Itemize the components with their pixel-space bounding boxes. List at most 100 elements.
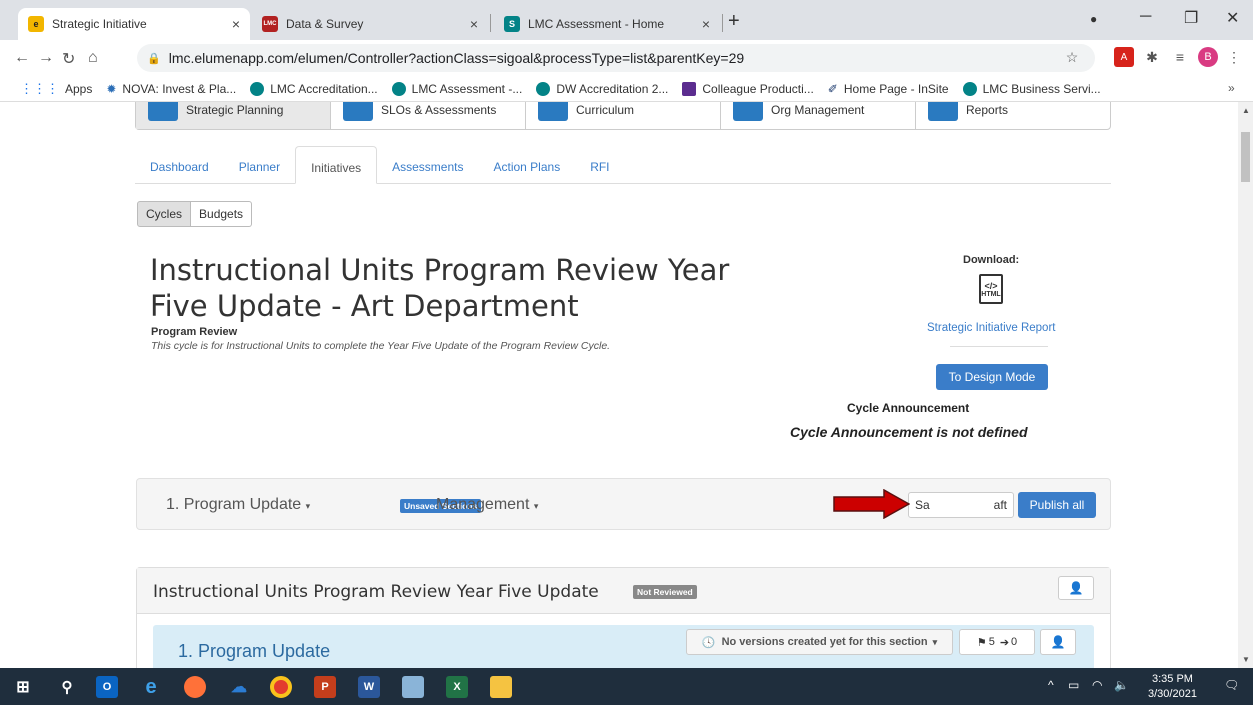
arrow-count: 0 (1011, 636, 1018, 648)
publish-all-button[interactable]: Publish all (1018, 492, 1096, 518)
home-icon[interactable]: ⌂ (88, 49, 98, 67)
module-org-management[interactable]: Org Management (721, 102, 916, 129)
reload-icon[interactable]: ↻ (62, 49, 75, 69)
scrollbar-thumb[interactable] (1241, 132, 1250, 182)
bookmark-lmc-business[interactable]: LMC Business Servi... (962, 81, 1101, 96)
tab-separator (722, 14, 723, 32)
cycles-button[interactable]: Cycles (137, 201, 192, 227)
versions-dropdown[interactable]: 🕓 No versions created yet for this secti… (686, 629, 953, 655)
close-tab-icon[interactable]: × (702, 16, 710, 32)
tab-planner[interactable]: Planner (224, 146, 295, 183)
bookmark-colleague[interactable]: Colleague Producti... (682, 81, 814, 96)
cycle-type: Program Review (151, 326, 238, 338)
restore-button[interactable]: ❐ (1184, 8, 1198, 28)
wifi-icon[interactable]: ◠ (1092, 678, 1102, 692)
new-tab-button[interactable]: + (728, 10, 740, 33)
firefox-icon[interactable] (184, 676, 206, 698)
tab-rfi[interactable]: RFI (575, 146, 624, 183)
design-mode-button[interactable]: To Design Mode (936, 364, 1048, 390)
battery-icon[interactable]: ▭ (1068, 678, 1079, 692)
onedrive-icon[interactable]: ☁ (228, 676, 250, 698)
user-icon: 👤 (1050, 635, 1066, 649)
volume-icon[interactable]: 🔈 (1114, 678, 1129, 692)
page-content: Strategic Planning SLOs & Assessments Cu… (0, 102, 1238, 668)
tab-assessments[interactable]: Assessments (377, 146, 478, 183)
module-slos[interactable]: SLOs & Assessments (331, 102, 526, 129)
chrome-menu-icon[interactable]: ⋮ (1224, 47, 1244, 67)
address-bar[interactable]: 🔒 lmc.elumenapp.com/elumen/Controller?ac… (137, 44, 1095, 72)
lock-icon: 🔒 (147, 52, 161, 65)
page-scrollbar[interactable]: ▲ ▼ (1238, 102, 1253, 668)
module-curriculum[interactable]: Curriculum (526, 102, 721, 129)
versions-label: No versions created yet for this section (721, 636, 928, 648)
bookmark-lmc-accreditation[interactable]: LMC Accreditation... (250, 81, 378, 96)
budgets-button[interactable]: Budgets (191, 201, 253, 227)
caret-down-icon: ▾ (305, 501, 311, 511)
file-explorer-icon[interactable] (490, 676, 512, 698)
bookmark-label: Apps (65, 81, 93, 96)
tab-action-plans[interactable]: Action Plans (478, 146, 575, 183)
scroll-down-icon[interactable]: ▼ (1242, 655, 1250, 664)
tab-title: LMC Assessment - Home (528, 17, 665, 31)
management-dropdown[interactable]: Management ▾ (436, 496, 538, 514)
sharepoint-icon (391, 81, 406, 96)
minimize-button[interactable]: ─ (1140, 8, 1151, 26)
bookmark-insite[interactable]: ✐ Home Page - InSite (828, 82, 949, 96)
review-panel: Instructional Units Program Review Year … (136, 567, 1111, 668)
close-tab-icon[interactable]: × (470, 16, 478, 32)
module-label: SLOs & Assessments (381, 103, 497, 117)
notifications-icon[interactable]: 🗨 (1224, 678, 1239, 692)
calculator-icon[interactable] (402, 676, 424, 698)
acrobat-extension-icon[interactable]: A (1114, 47, 1134, 67)
save-draft-button[interactable]: Sa aft (908, 492, 1014, 518)
section-title: 1. Program Update (178, 641, 331, 661)
tab-data-survey[interactable]: LMC Data & Survey × (252, 8, 488, 40)
profile-avatar[interactable]: B (1198, 47, 1218, 67)
tab-initiatives[interactable]: Initiatives (295, 146, 378, 184)
assign-user-button[interactable]: 👤 (1058, 576, 1094, 600)
windows-start-icon[interactable]: ⊞ (12, 676, 34, 698)
module-reports[interactable]: Reports (916, 102, 1110, 129)
bookmarks-overflow-icon[interactable]: » (1228, 81, 1235, 95)
close-tab-icon[interactable]: × (232, 16, 240, 32)
divider (950, 346, 1048, 347)
bookmark-label: LMC Accreditation... (270, 81, 378, 96)
reading-list-icon[interactable]: ≡ (1170, 47, 1190, 67)
bookmark-lmc-assessment[interactable]: LMC Assessment -... (391, 81, 522, 96)
back-icon[interactable]: ← (14, 49, 30, 67)
outlook-icon[interactable]: O (96, 676, 118, 698)
extensions-puzzle-icon[interactable]: ✱ (1142, 47, 1162, 67)
powerpoint-icon[interactable]: P (314, 676, 336, 698)
tab-strategic-initiative[interactable]: e Strategic Initiative × (18, 8, 250, 40)
tab-dashboard[interactable]: Dashboard (135, 146, 224, 183)
excel-icon[interactable]: X (446, 676, 468, 698)
word-icon[interactable]: W (358, 676, 380, 698)
tab-search-icon[interactable]: ● (1090, 12, 1097, 26)
chrome-icon[interactable] (270, 676, 292, 698)
tray-chevron-icon[interactable]: ^ (1048, 678, 1054, 692)
clock-icon: 🕓 (701, 636, 716, 649)
html-download-icon[interactable]: </> HTML (979, 274, 1003, 304)
cycles-budgets-toggle: Cycles Budgets (137, 201, 253, 227)
bookmark-dw-accreditation[interactable]: DW Accreditation 2... (536, 81, 668, 96)
page-title: Instructional Units Program Review Year … (150, 253, 730, 323)
search-icon[interactable]: ⚲ (56, 676, 78, 698)
internet-explorer-icon[interactable]: e (140, 676, 162, 698)
system-clock[interactable]: 3:35 PM 3/30/2021 (1148, 672, 1197, 702)
module-strategic-planning[interactable]: Strategic Planning (136, 102, 331, 129)
curriculum-icon (538, 102, 568, 121)
close-window-button[interactable]: ✕ (1226, 8, 1239, 28)
strategic-initiative-report-link[interactable]: Strategic Initiative Report (927, 322, 1055, 334)
bookmark-apps[interactable]: ⋮⋮⋮ Apps (20, 81, 92, 97)
strategic-planning-icon (148, 102, 178, 121)
module-label: Reports (966, 103, 1009, 117)
section-user-button[interactable]: 👤 (1040, 629, 1076, 655)
flags-counter[interactable]: ⚑ 5 ➔ 0 (959, 629, 1035, 655)
bookmark-star-icon[interactable]: ☆ (1062, 47, 1082, 67)
forward-icon[interactable]: → (38, 49, 54, 67)
bookmark-nova[interactable]: ✹ NOVA: Invest & Pla... (106, 82, 236, 96)
section-dropdown[interactable]: 1. Program Update ▾ (166, 496, 310, 514)
tab-lmc-assessment[interactable]: S LMC Assessment - Home × (494, 8, 720, 40)
insite-icon: ✐ (827, 81, 838, 96)
scroll-up-icon[interactable]: ▲ (1242, 106, 1250, 115)
